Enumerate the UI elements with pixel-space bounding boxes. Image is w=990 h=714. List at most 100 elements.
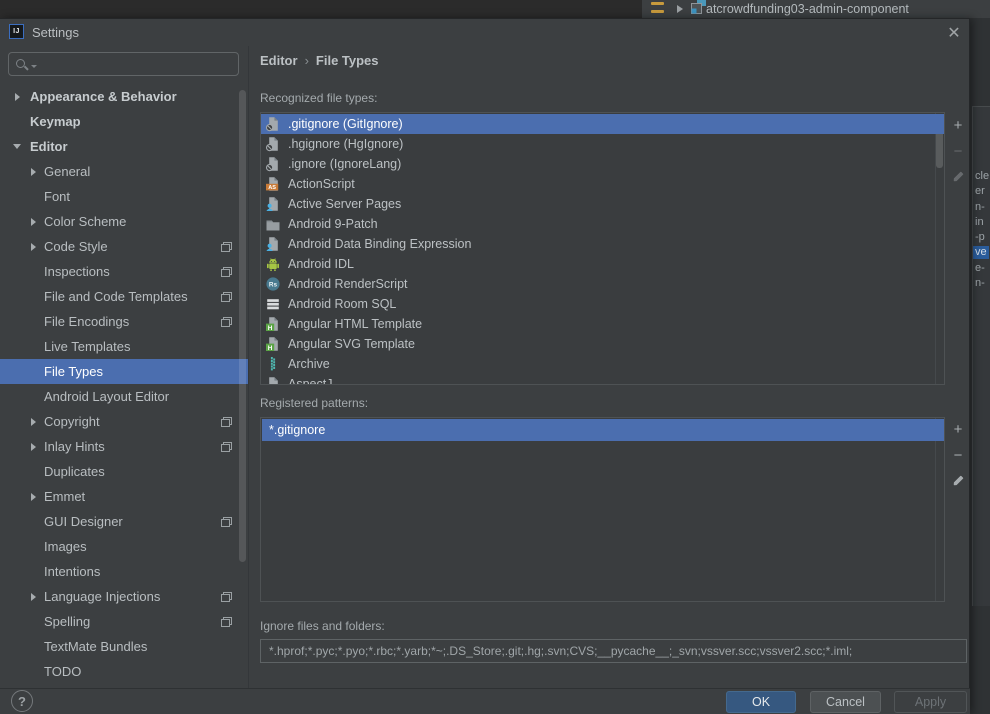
chevron-right-icon[interactable] [31,443,36,451]
chevron-right-icon[interactable] [31,593,36,601]
registered-patterns-label: Registered patterns: [260,396,368,410]
sidebar-item-todo[interactable]: TODO [0,659,248,684]
chevron-right-icon[interactable] [31,243,36,251]
file-type-label: Angular SVG Template [288,337,415,351]
sidebar-item-general[interactable]: General [0,159,248,184]
sidebar-item-font[interactable]: Font [0,184,248,209]
screen: atcrowdfunding03-admin-component cleern-… [0,0,990,714]
file-type-row[interactable]: ASActionScript [261,174,944,194]
sidebar-item-file-encodings[interactable]: File Encodings [0,309,248,334]
sidebar-item-editor[interactable]: Editor [0,134,248,159]
sidebar-scrollbar[interactable] [239,90,246,562]
per-project-settings-icon [221,592,232,602]
sidebar-item-gui-designer[interactable]: GUI Designer [0,509,248,534]
chevron-right-icon[interactable] [31,418,36,426]
sidebar-item-emmet[interactable]: Emmet [0,484,248,509]
dialog-title: Settings [32,25,79,40]
edit-button[interactable] [946,471,970,491]
sidebar-item-language-injections[interactable]: Language Injections [0,584,248,609]
remove-button[interactable]: − [946,445,970,465]
ok-button[interactable]: OK [726,691,796,713]
file-type-row[interactable]: Android Room SQL [261,294,944,314]
sidebar-item-file-types[interactable]: File Types [0,359,248,384]
breadcrumb-separator: › [305,53,309,68]
sidebar-item-intentions[interactable]: Intentions [0,559,248,584]
clipped-tree-text: n- [975,277,985,290]
search-input[interactable] [8,52,239,76]
ignore-files-input[interactable]: *.hprof;*.pyc;*.pyo;*.rbc;*.yarb;*~;.DS_… [260,639,967,663]
sidebar-item-inlay-hints[interactable]: Inlay Hints [0,434,248,459]
file-type-row[interactable]: HAngular HTML Template [261,314,944,334]
sidebar-item-spelling[interactable]: Spelling [0,609,248,634]
file-type-row[interactable]: .ignore (IgnoreLang) [261,154,944,174]
file-type-row[interactable]: Android Data Binding Expression [261,234,944,254]
file-type-row[interactable]: Archive [261,354,944,374]
file-type-row[interactable]: Rs Android RenderScript [261,274,944,294]
breadcrumb-editor[interactable]: Editor [260,53,298,68]
project-tree-item[interactable]: atcrowdfunding03-admin-component [706,2,909,16]
add-button[interactable]: + [946,419,970,439]
file-type-row[interactable]: Android IDL [261,254,944,274]
sidebar-item-copyright[interactable]: Copyright [0,409,248,434]
ide-background-top: atcrowdfunding03-admin-component [0,0,990,18]
file-type-label: Android Room SQL [288,297,396,311]
sidebar-item-color-scheme[interactable]: Color Scheme [0,209,248,234]
file-type-label: Active Server Pages [288,197,401,211]
apply-button[interactable]: Apply [894,691,967,713]
file-type-label: Android Data Binding Expression [288,237,471,251]
cancel-button[interactable]: Cancel [810,691,881,713]
chevron-right-icon[interactable] [31,493,36,501]
intellij-logo-icon: IJ [9,24,24,39]
sidebar-item-label: Appearance & Behavior [30,89,177,104]
sidebar-item-images[interactable]: Images [0,534,248,559]
file-type-row[interactable]: Android 9-Patch [261,214,944,234]
per-project-settings-icon [221,417,232,427]
recognized-file-types-label: Recognized file types: [260,91,377,105]
file-type-row[interactable]: .gitignore (GitIgnore) [261,114,944,134]
sidebar-item-appearance-behavior[interactable]: Appearance & Behavior [0,84,248,109]
file-type-label: .gitignore (GitIgnore) [288,117,403,131]
file-type-label: Android RenderScript [288,277,408,291]
sidebar-item-keymap[interactable]: Keymap [0,109,248,134]
svg-text:Rs: Rs [269,281,278,288]
chevron-down-icon[interactable] [13,144,21,149]
pencil-icon [951,474,965,488]
tree-expand-arrow-icon[interactable] [677,5,683,13]
sidebar-item-label: Duplicates [44,464,105,479]
sidebar-item-textmate-bundles[interactable]: TextMate Bundles [0,634,248,659]
sidebar-item-label: Color Scheme [44,214,126,229]
sidebar-item-label: Images [44,539,87,554]
sidebar-item-label: TextMate Bundles [44,639,147,654]
chevron-right-icon[interactable] [31,168,36,176]
pattern-row[interactable]: *.gitignore [262,419,945,441]
help-button[interactable]: ? [11,690,33,712]
file-type-row[interactable]: .hgignore (HgIgnore) [261,134,944,154]
clipped-tree-text: n- [975,201,985,214]
chevron-right-icon[interactable] [15,93,20,101]
file-icon [265,376,281,385]
file-type-label: Android 9-Patch [288,217,378,231]
file-type-label: Android IDL [288,257,354,271]
sidebar-item-inspections[interactable]: Inspections [0,259,248,284]
file-type-row[interactable]: Active Server Pages [261,194,944,214]
sidebar-item-duplicates[interactable]: Duplicates [0,459,248,484]
collapse-dash-icon [651,10,664,13]
file-type-row[interactable]: AspectJ [261,374,944,385]
android-robot-icon [265,256,281,272]
sidebar-item-android-layout-editor[interactable]: Android Layout Editor [0,384,248,409]
sidebar-item-code-style[interactable]: Code Style [0,234,248,259]
sidebar-item-label: File Types [44,364,103,379]
clipped-tree-text: cle [975,170,989,183]
file-type-row[interactable]: HAngular SVG Template [261,334,944,354]
registered-patterns-list: *.gitignore [260,417,945,602]
file-type-label: ActionScript [288,177,355,191]
add-button[interactable]: + [946,115,970,135]
edit-button[interactable] [946,167,970,187]
close-icon[interactable]: ✕ [944,23,964,43]
sidebar-item-live-templates[interactable]: Live Templates [0,334,248,359]
chevron-right-icon[interactable] [31,218,36,226]
sidebar-item-file-and-code-templates[interactable]: File and Code Templates [0,284,248,309]
file-type-label: .ignore (IgnoreLang) [288,157,401,171]
sidebar-item-label: Editor [30,139,68,154]
remove-button[interactable]: − [946,141,970,161]
